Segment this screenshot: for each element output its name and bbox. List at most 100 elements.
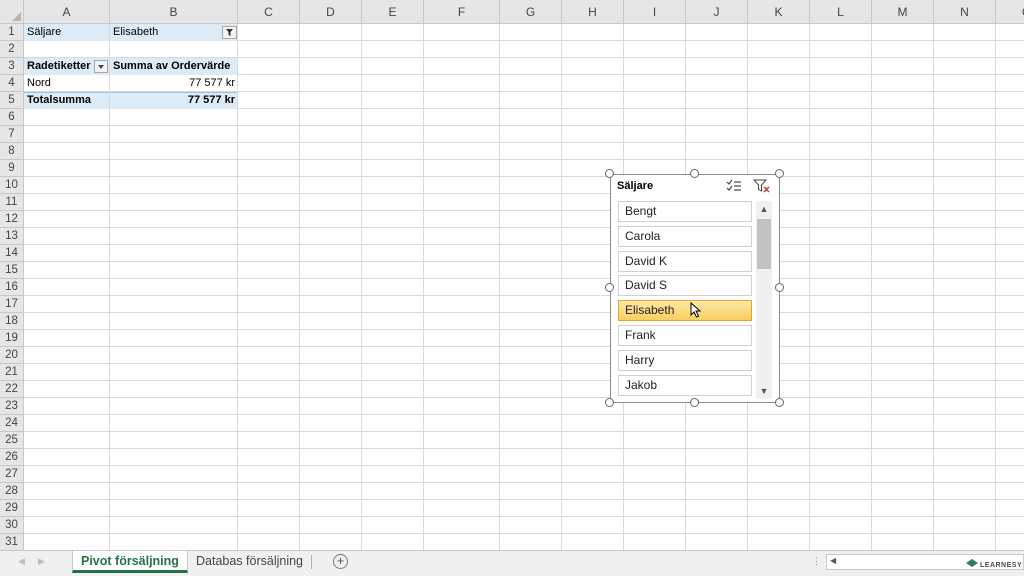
- resize-handle-se[interactable]: [775, 398, 784, 407]
- tab-scroll-left-icon[interactable]: ◀: [18, 556, 25, 567]
- row-labels-header[interactable]: Radetiketter: [24, 58, 94, 75]
- scroll-up-icon[interactable]: ▲: [756, 201, 772, 217]
- grid-line: [24, 363, 1024, 364]
- row-header[interactable]: 10: [0, 177, 24, 194]
- row-header[interactable]: 13: [0, 228, 24, 245]
- row-header[interactable]: 11: [0, 194, 24, 211]
- grid-line: [361, 24, 362, 550]
- column-header[interactable]: E: [362, 0, 424, 24]
- row-header[interactable]: 21: [0, 364, 24, 381]
- row-header[interactable]: 12: [0, 211, 24, 228]
- row-header[interactable]: 27: [0, 466, 24, 483]
- row-header[interactable]: 8: [0, 143, 24, 160]
- row-header[interactable]: 19: [0, 330, 24, 347]
- multi-select-icon[interactable]: [725, 178, 743, 194]
- row-header[interactable]: 17: [0, 296, 24, 313]
- resize-handle-ne[interactable]: [775, 169, 784, 178]
- row-header[interactable]: 26: [0, 449, 24, 466]
- slicer-item[interactable]: Carola: [618, 225, 752, 247]
- slicer-item[interactable]: David K: [618, 250, 752, 272]
- grid-line: [24, 397, 1024, 398]
- row-header[interactable]: 24: [0, 415, 24, 432]
- resize-handle-e[interactable]: [775, 283, 784, 292]
- row-labels-dropdown[interactable]: [94, 60, 108, 73]
- column-header[interactable]: O: [996, 0, 1024, 24]
- row-header[interactable]: 31: [0, 534, 24, 550]
- row-header[interactable]: 2: [0, 41, 24, 58]
- row-header[interactable]: 4: [0, 75, 24, 92]
- select-all-corner[interactable]: [0, 0, 24, 24]
- resize-handle-nw[interactable]: [605, 169, 614, 178]
- slicer-item[interactable]: Bengt: [618, 201, 752, 222]
- slicer-panel[interactable]: Säljare Bengt Carola David K David S Elisabe…: [610, 174, 780, 403]
- grid-line: [809, 24, 810, 550]
- row-header[interactable]: 9: [0, 160, 24, 177]
- column-header[interactable]: N: [934, 0, 996, 24]
- more-options-icon[interactable]: ⋮: [812, 556, 821, 567]
- column-header[interactable]: D: [300, 0, 362, 24]
- pivot-filter-value[interactable]: Elisabeth: [110, 24, 220, 41]
- row-header[interactable]: 20: [0, 347, 24, 364]
- row-header[interactable]: 7: [0, 126, 24, 143]
- row-header[interactable]: 29: [0, 500, 24, 517]
- learnesy-logo-icon: [966, 559, 978, 567]
- pivot-filter-button[interactable]: [222, 26, 237, 39]
- row-header[interactable]: 28: [0, 483, 24, 500]
- row-header[interactable]: 23: [0, 398, 24, 415]
- pivot-total-value[interactable]: 77 577 kr: [110, 92, 238, 109]
- row-header[interactable]: 30: [0, 517, 24, 534]
- slicer-item[interactable]: Frank: [618, 325, 752, 346]
- tab-scroll-right-icon[interactable]: ▶: [38, 556, 45, 567]
- pivot-filter-label[interactable]: Säljare: [24, 24, 110, 41]
- value-header[interactable]: Summa av Ordervärde: [110, 58, 238, 75]
- cell-area[interactable]: Säljare Elisabeth Radetiketter Summa av …: [24, 24, 1024, 550]
- row-header[interactable]: 1: [0, 24, 24, 41]
- resize-handle-n[interactable]: [690, 169, 699, 178]
- resize-handle-s[interactable]: [690, 398, 699, 407]
- row-header[interactable]: 18: [0, 313, 24, 330]
- column-header[interactable]: L: [810, 0, 872, 24]
- grid-line: [24, 516, 1024, 517]
- row-header[interactable]: 3: [0, 58, 24, 75]
- grid-line: [561, 24, 562, 550]
- column-header[interactable]: C: [238, 0, 300, 24]
- row-header[interactable]: 25: [0, 432, 24, 449]
- column-header[interactable]: M: [872, 0, 934, 24]
- add-sheet-icon[interactable]: +: [333, 554, 348, 569]
- pivot-row-label[interactable]: Nord: [24, 75, 110, 92]
- slicer-item[interactable]: Harry: [618, 349, 752, 371]
- column-header[interactable]: H: [562, 0, 624, 24]
- resize-handle-w[interactable]: [605, 283, 614, 292]
- row-header[interactable]: 16: [0, 279, 24, 296]
- column-header[interactable]: I: [624, 0, 686, 24]
- sheet-tab-bar: ◀ ▶ Pivot försäljning Databas försäljnin…: [0, 550, 1024, 576]
- column-header[interactable]: B: [110, 0, 238, 24]
- filter-icon: [226, 29, 233, 36]
- grid-line: [24, 465, 1024, 466]
- column-header[interactable]: K: [748, 0, 810, 24]
- slicer-item[interactable]: David S: [618, 275, 752, 297]
- scroll-left-icon[interactable]: ◀: [830, 556, 836, 565]
- row-header[interactable]: 14: [0, 245, 24, 262]
- resize-handle-sw[interactable]: [605, 398, 614, 407]
- row-header[interactable]: 5: [0, 92, 24, 109]
- row-header[interactable]: 22: [0, 381, 24, 398]
- row-header[interactable]: 15: [0, 262, 24, 279]
- scrollbar-thumb[interactable]: [757, 219, 771, 269]
- scroll-down-icon[interactable]: ▼: [756, 383, 772, 399]
- grid-line: [24, 448, 1024, 449]
- column-header[interactable]: J: [686, 0, 748, 24]
- tab-databas-forsaljning[interactable]: Databas försäljning: [188, 551, 311, 573]
- spreadsheet-grid[interactable]: ABCDEFGHIJKLMNO 123456789101112131415161…: [0, 0, 1024, 550]
- row-header[interactable]: 6: [0, 109, 24, 126]
- pivot-total-label[interactable]: Totalsumma: [24, 92, 110, 109]
- column-header[interactable]: G: [500, 0, 562, 24]
- slicer-item[interactable]: Elisabeth: [618, 300, 752, 322]
- column-header[interactable]: A: [24, 0, 110, 24]
- pivot-row-value[interactable]: 77 577 kr: [110, 75, 238, 92]
- slicer-item[interactable]: Jakob: [618, 374, 752, 396]
- tab-pivot-forsaljning[interactable]: Pivot försäljning: [72, 551, 188, 573]
- column-header[interactable]: F: [424, 0, 500, 24]
- clear-filter-icon[interactable]: [752, 178, 771, 194]
- slicer-scrollbar[interactable]: ▲ ▼: [756, 201, 772, 399]
